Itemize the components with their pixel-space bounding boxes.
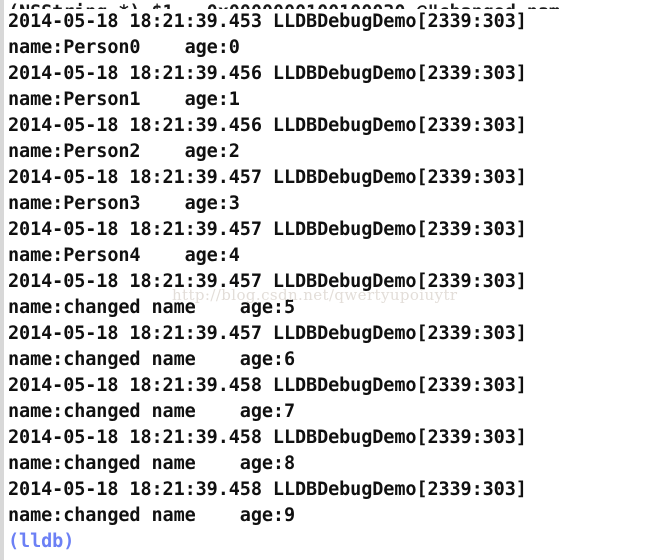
log-value-line: name:Person0 age:0 xyxy=(8,37,240,58)
log-value-line: name:Person1 age:1 xyxy=(8,89,240,110)
log-timestamp-line: 2014-05-18 18:21:39.458 LLDBDebugDemo[23… xyxy=(8,479,527,500)
log-timestamp-line: 2014-05-18 18:21:39.453 LLDBDebugDemo[23… xyxy=(8,11,527,32)
clipped-expression-line: (NSString *) $1 = 0x0000000100100030 @"c… xyxy=(4,0,668,9)
console-line-list: (NSString *) $1 = 0x0000000100100030 @"c… xyxy=(4,0,668,555)
log-timestamp-line: 2014-05-18 18:21:39.457 LLDBDebugDemo[23… xyxy=(8,219,527,240)
log-value-line: name:Person2 age:2 xyxy=(8,141,240,162)
log-value-line: name:Person3 age:3 xyxy=(8,193,240,214)
log-timestamp-line: 2014-05-18 18:21:39.458 LLDBDebugDemo[23… xyxy=(8,375,527,396)
log-value-line: name:Person4 age:4 xyxy=(8,245,240,266)
log-value-line: name:changed name age:5 xyxy=(8,297,295,318)
log-timestamp-line: 2014-05-18 18:21:39.457 LLDBDebugDemo[23… xyxy=(8,167,527,188)
log-value-line: name:changed name age:9 xyxy=(8,505,295,526)
log-timestamp-line: 2014-05-18 18:21:39.456 LLDBDebugDemo[23… xyxy=(8,115,527,136)
log-timestamp-line: 2014-05-18 18:21:39.457 LLDBDebugDemo[23… xyxy=(8,323,527,344)
log-value-line: name:changed name age:6 xyxy=(8,349,295,370)
log-timestamp-line: 2014-05-18 18:21:39.458 LLDBDebugDemo[23… xyxy=(8,427,527,448)
log-timestamp-line: 2014-05-18 18:21:39.457 LLDBDebugDemo[23… xyxy=(8,271,527,292)
lldb-console-output[interactable]: (NSString *) $1 = 0x0000000100100030 @"c… xyxy=(0,0,668,560)
log-value-line: name:changed name age:7 xyxy=(8,401,295,422)
lldb-prompt: (lldb) xyxy=(8,531,75,552)
log-timestamp-line: 2014-05-18 18:21:39.456 LLDBDebugDemo[23… xyxy=(8,63,527,84)
log-value-line: name:changed name age:8 xyxy=(8,453,295,474)
